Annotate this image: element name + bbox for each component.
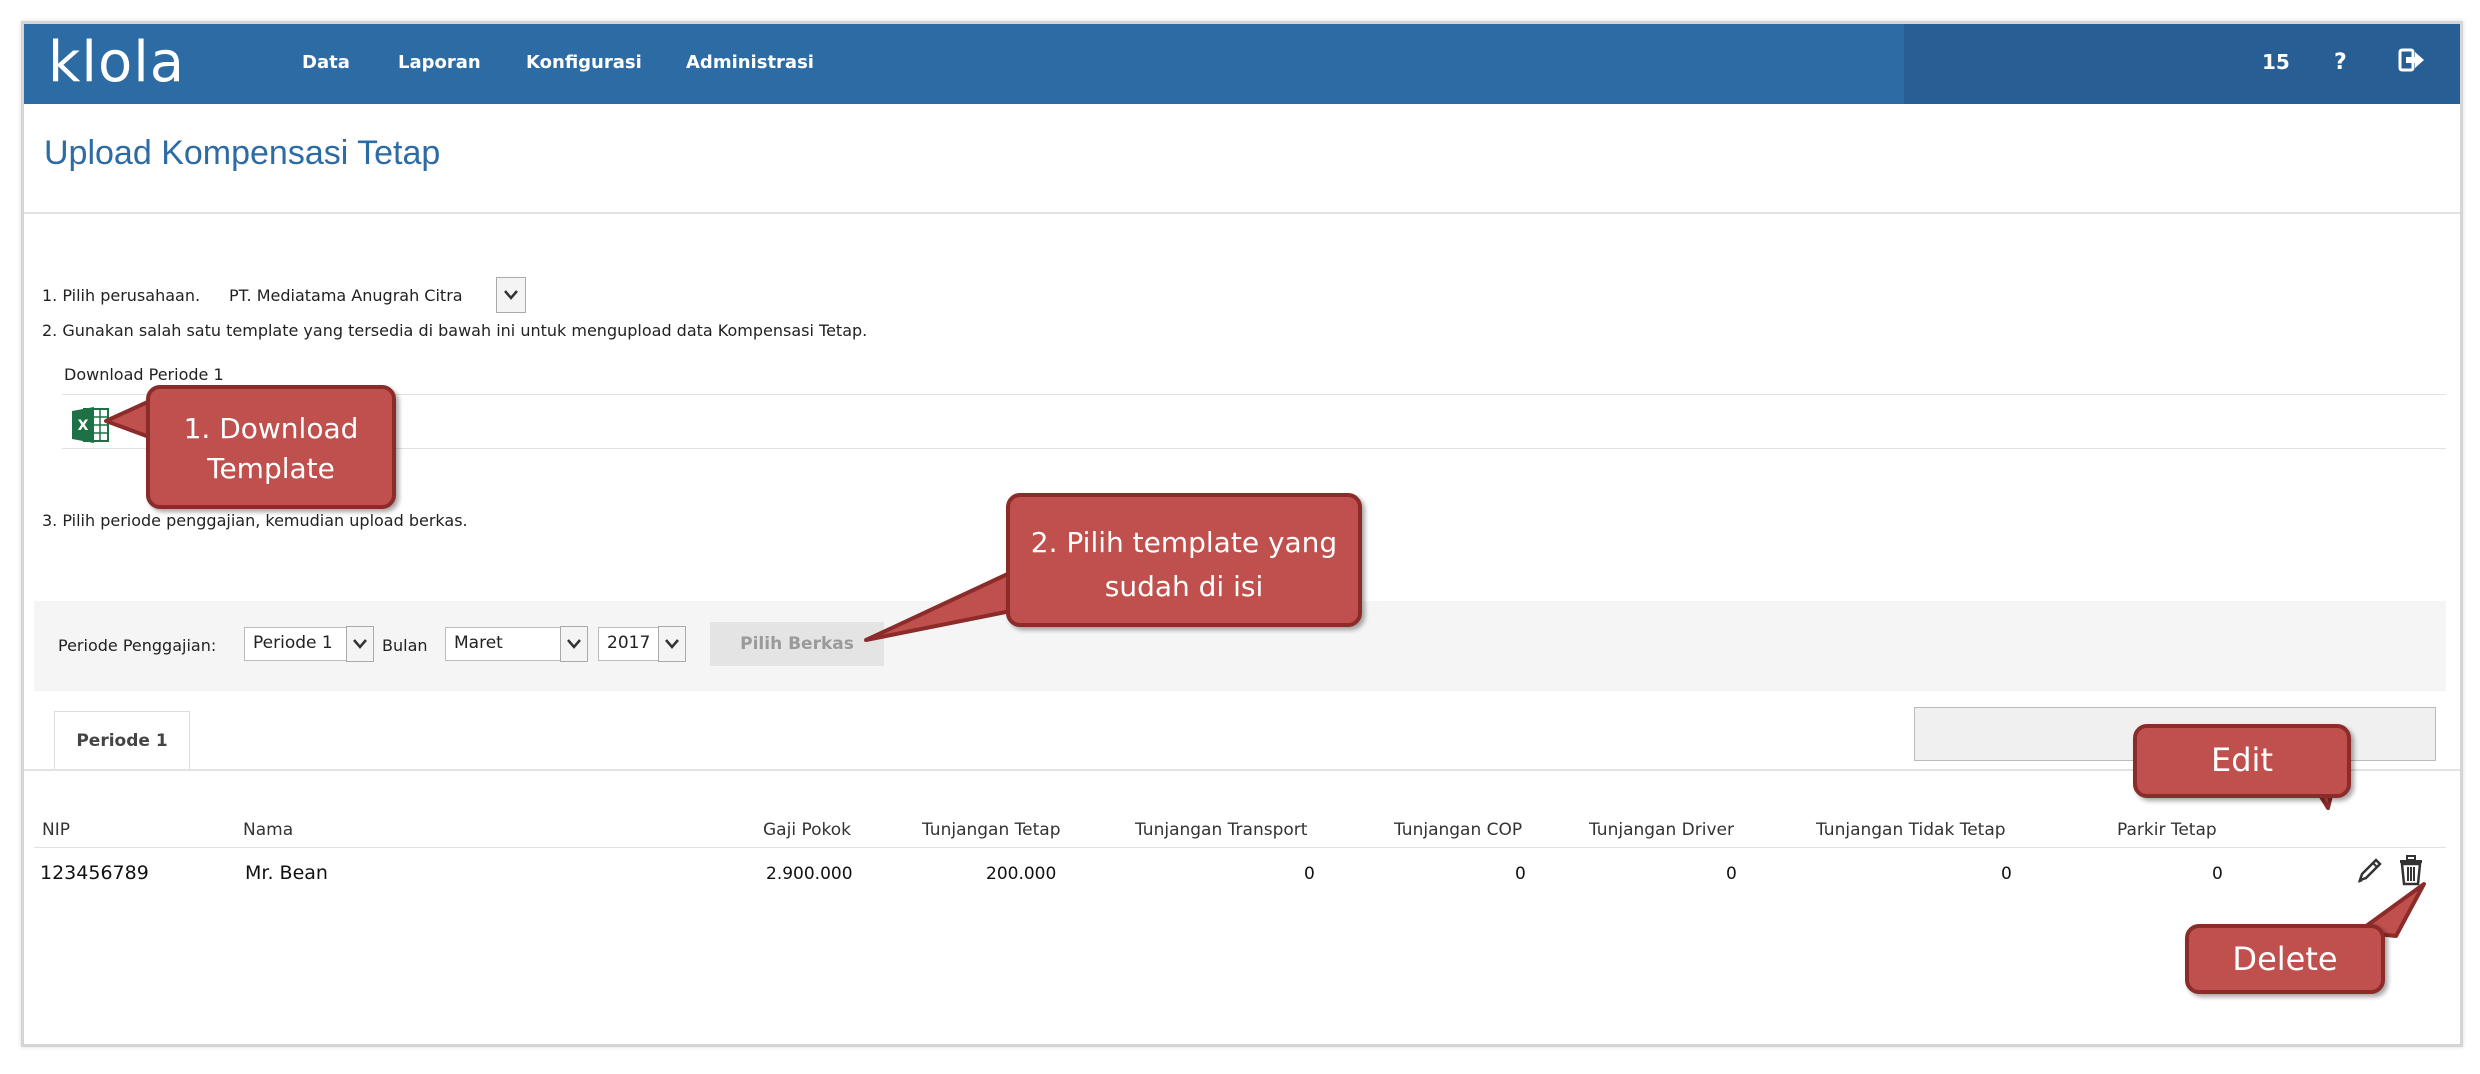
nav-laporan[interactable]: Laporan bbox=[398, 52, 481, 73]
step2-label: 2. Gunakan salah satu template yang ters… bbox=[42, 321, 868, 340]
pilih-berkas-button[interactable]: Pilih Berkas bbox=[710, 622, 884, 666]
col-header-tunjangan-tetap: Tunjangan Tetap bbox=[922, 820, 1061, 840]
cell-parkir-tetap: 0 bbox=[2212, 864, 2223, 884]
edit-icon[interactable] bbox=[2354, 854, 2384, 888]
cell-gaji-pokok: 2.900.000 bbox=[766, 864, 853, 884]
tab-periode-1[interactable]: Periode 1 bbox=[54, 711, 190, 770]
col-header-nama: Nama bbox=[243, 820, 294, 840]
callout-download-template: 1. Download Template bbox=[146, 385, 396, 509]
tahun-select[interactable]: 2017 bbox=[598, 627, 660, 661]
app-window: klola Data Laporan Konfigurasi Administr… bbox=[21, 21, 2463, 1047]
cell-tunjangan-tetap: 200.000 bbox=[986, 864, 1057, 884]
step3-label: 3. Pilih periode penggajian, kemudian up… bbox=[42, 511, 468, 530]
cell-tunjangan-tidak-tetap: 0 bbox=[2001, 864, 2012, 884]
periode-select[interactable]: Periode 1 bbox=[244, 627, 352, 661]
bulan-select[interactable]: Maret bbox=[445, 627, 565, 661]
periode-dropdown[interactable] bbox=[346, 626, 374, 662]
logo[interactable]: klola bbox=[48, 30, 185, 95]
bulan-label: Bulan bbox=[382, 636, 428, 655]
col-header-tunjangan-driver: Tunjangan Driver bbox=[1589, 820, 1734, 840]
cell-tunjangan-transport: 0 bbox=[1304, 864, 1315, 884]
periode-label: Periode Penggajian: bbox=[58, 636, 217, 655]
col-header-tunjangan-cop: Tunjangan COP bbox=[1394, 820, 1523, 840]
col-header-tunjangan-transport: Tunjangan Transport bbox=[1135, 820, 1308, 840]
nav-konfigurasi[interactable]: Konfigurasi bbox=[526, 52, 642, 73]
notification-count[interactable]: 15 bbox=[2262, 50, 2290, 74]
excel-icon[interactable]: X bbox=[70, 405, 110, 445]
callout-delete: Delete bbox=[2185, 924, 2385, 994]
nav-data[interactable]: Data bbox=[302, 52, 350, 73]
svg-text:X: X bbox=[78, 418, 89, 434]
title-divider bbox=[24, 212, 2460, 214]
col-header-gaji-pokok: Gaji Pokok bbox=[763, 820, 851, 840]
bulan-dropdown[interactable] bbox=[560, 626, 588, 662]
cell-tunjangan-cop: 0 bbox=[1515, 864, 1526, 884]
company-select-value[interactable]: PT. Mediatama Anugrah Citra bbox=[229, 286, 463, 305]
cell-tunjangan-driver: 0 bbox=[1726, 864, 1737, 884]
page-title: Upload Kompensasi Tetap bbox=[44, 134, 441, 172]
cell-nama: Mr. Bean bbox=[245, 862, 328, 884]
top-navbar: klola Data Laporan Konfigurasi Administr… bbox=[24, 24, 2460, 104]
logout-icon[interactable] bbox=[2398, 46, 2426, 79]
col-header-parkir-tetap: Parkir Tetap bbox=[2117, 820, 2217, 840]
tahun-dropdown[interactable] bbox=[658, 626, 686, 662]
nav-administrasi[interactable]: Administrasi bbox=[686, 52, 814, 73]
delete-icon[interactable] bbox=[2396, 854, 2426, 888]
callout-pilih-template: 2. Pilih template yang sudah di isi bbox=[1006, 493, 1362, 627]
step1-label: 1. Pilih perusahaan. bbox=[42, 286, 201, 305]
download-header: Download Periode 1 bbox=[64, 365, 224, 384]
col-header-tunjangan-tidak-tetap: Tunjangan Tidak Tetap bbox=[1816, 820, 2006, 840]
company-dropdown[interactable] bbox=[496, 277, 526, 313]
help-icon[interactable]: ? bbox=[2334, 50, 2347, 75]
callout-edit: Edit bbox=[2133, 724, 2351, 798]
cell-nip: 123456789 bbox=[40, 862, 149, 884]
col-header-nip: NIP bbox=[42, 820, 70, 840]
